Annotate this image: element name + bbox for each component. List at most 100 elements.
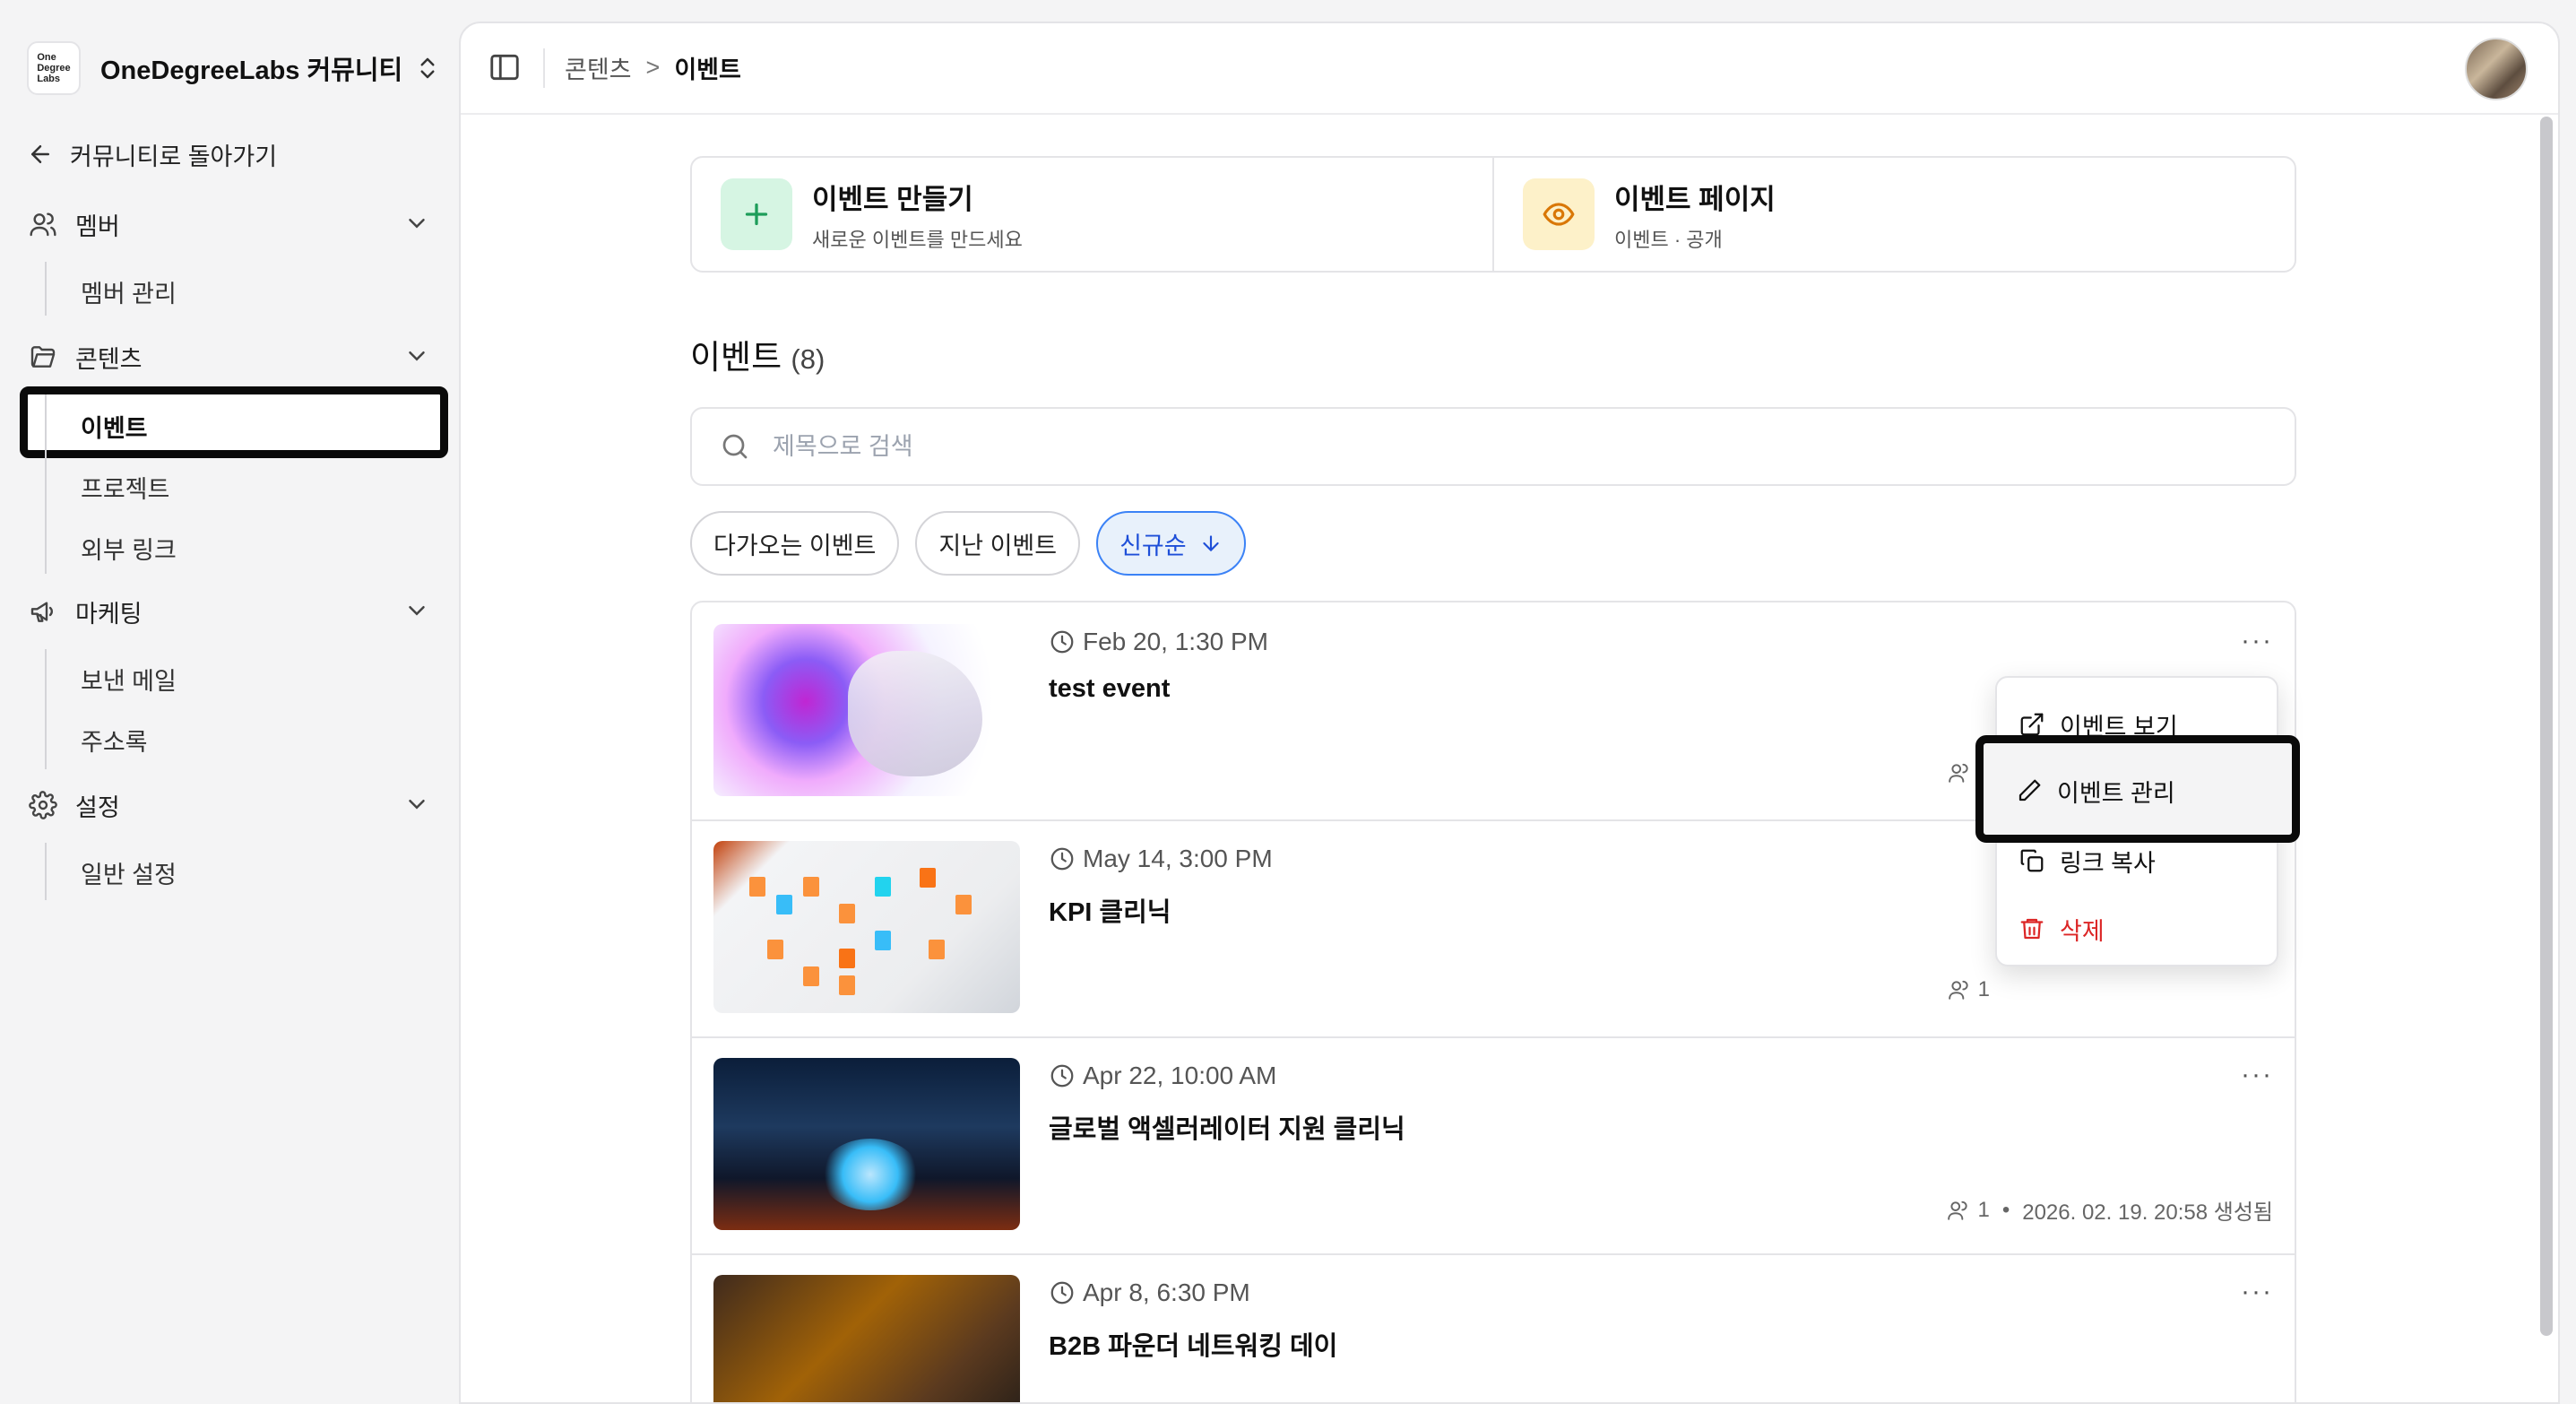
menu-item-label: 링크 복사 — [2060, 849, 2156, 877]
folder-icon — [27, 341, 59, 373]
megaphone-icon — [27, 595, 59, 628]
events-count: (8) — [791, 343, 826, 375]
org-logo: One Degree Labs — [27, 41, 81, 95]
create-event-subtitle: 새로운 이벤트를 만드세요 — [812, 228, 1023, 251]
sidebar-group-label: 설정 — [75, 793, 120, 821]
back-to-community-link[interactable]: 커뮤니티로 돌아가기 — [27, 133, 277, 176]
chevron-down-icon[interactable] — [403, 342, 430, 369]
chevron-up-down-icon[interactable] — [414, 50, 441, 86]
arrow-left-icon — [31, 145, 49, 163]
breadcrumb-current: 이벤트 — [674, 56, 741, 83]
plus-icon — [721, 178, 792, 250]
event-title[interactable]: KPI 클리닉 — [1049, 891, 1171, 929]
chevron-down-icon[interactable] — [403, 210, 430, 237]
users-icon — [1948, 1200, 1968, 1220]
menu-manage-event[interactable]: 이벤트 관리 — [2016, 767, 2175, 814]
filter-chips: 다가오는 이벤트 지난 이벤트 신규순 — [690, 511, 1246, 576]
event-date-text: May 14, 3:00 PM — [1083, 845, 1273, 872]
filter-past[interactable]: 지난 이벤트 — [915, 511, 1081, 576]
event-page-card[interactable]: 이벤트 페이지 이벤트 · 공개 — [1492, 158, 2295, 271]
sidebar-group-contents[interactable]: 콘텐츠 — [27, 334, 430, 380]
menu-item-label: 삭제 — [2060, 917, 2105, 945]
more-options-icon[interactable]: ··· — [2241, 626, 2273, 656]
clock-icon — [1050, 847, 1074, 871]
event-date-text: Apr 22, 10:00 AM — [1083, 1062, 1277, 1089]
events-title: 이벤트 — [690, 339, 782, 376]
menu-item-label: 이벤트 관리 — [2057, 779, 2175, 807]
more-options-icon[interactable]: ··· — [2241, 1060, 2273, 1090]
sidebar-subgroup-contents: 이벤트 프로젝트 외부 링크 — [45, 394, 177, 574]
org-switcher[interactable]: One Degree Labs OneDegreeLabs 커뮤니티 — [27, 39, 441, 97]
menu-copy-link[interactable]: 링크 복사 — [2018, 837, 2156, 884]
clock-icon — [1050, 1064, 1074, 1088]
event-meta: 1 • 2026. 02. 19. 20:58 생성됨 — [1947, 1194, 2273, 1226]
sidebar-item-member-management[interactable]: 멤버 관리 — [81, 274, 177, 309]
search-box — [690, 407, 2296, 486]
sidebar-group-members[interactable]: 멤버 — [27, 201, 430, 247]
menu-delete[interactable]: 삭제 — [2018, 906, 2105, 952]
breadcrumb-contents[interactable]: 콘텐츠 — [565, 50, 632, 85]
eye-icon — [1523, 178, 1595, 250]
sidebar-subgroup-marketing: 보낸 메일 주소록 — [45, 649, 177, 769]
event-row[interactable]: Apr 8, 6:30 PM B2B 파운더 네트워킹 데이 ··· — [692, 1253, 2295, 1402]
event-date-text: Apr 8, 6:30 PM — [1083, 1278, 1250, 1306]
search-icon — [722, 434, 748, 459]
sidebar-subgroup-settings: 일반 설정 — [45, 843, 177, 900]
sidebar: One Degree Labs OneDegreeLabs 커뮤니티 커뮤니티로 돌… — [0, 0, 457, 1404]
sidebar-group-settings[interactable]: 설정 — [27, 782, 430, 828]
create-event-card[interactable]: 이벤트 만들기 새로운 이벤트를 만드세요 — [692, 158, 1492, 271]
users-icon — [1948, 980, 1968, 1000]
chevron-down-icon[interactable] — [403, 791, 430, 818]
search-input[interactable] — [771, 431, 2209, 462]
event-thumbnail — [713, 841, 1020, 1013]
menu-highlight-box: 이벤트 관리 — [1975, 735, 2300, 843]
sidebar-item-sent-mail[interactable]: 보낸 메일 — [81, 662, 177, 697]
sidebar-subgroup-members: 멤버 관리 — [45, 262, 177, 316]
create-event-title: 이벤트 만들기 — [812, 183, 973, 215]
sidebar-item-projects[interactable]: 프로젝트 — [81, 470, 169, 505]
event-date: May 14, 3:00 PM — [1049, 845, 1273, 873]
sort-newest[interactable]: 신규순 — [1096, 511, 1246, 576]
attendee-count: 1 — [1977, 1197, 1990, 1222]
back-link-label: 커뮤니티로 돌아가기 — [70, 143, 278, 170]
sidebar-group-label: 멤버 — [75, 212, 120, 240]
trash-icon — [2020, 918, 2044, 940]
event-title[interactable]: test event — [1049, 674, 1170, 704]
event-title[interactable]: 글로벌 액셀러레이터 지원 클리닉 — [1049, 1108, 1405, 1146]
event-thumbnail — [713, 1275, 1020, 1402]
filter-upcoming[interactable]: 다가오는 이벤트 — [690, 511, 900, 576]
event-row[interactable]: Apr 22, 10:00 AM 글로벌 액셀러레이터 지원 클리닉 ··· 1… — [692, 1036, 2295, 1255]
event-date-text: Feb 20, 1:30 PM — [1083, 628, 1269, 655]
sidebar-item-address-book[interactable]: 주소록 — [81, 723, 148, 758]
event-page-subtitle: 이벤트 · 공개 — [1614, 228, 1723, 251]
pencil-icon — [2018, 779, 2041, 802]
sidebar-item-general-settings[interactable]: 일반 설정 — [81, 855, 177, 890]
sidebar-group-marketing[interactable]: 마케팅 — [27, 588, 430, 635]
sidebar-toggle-icon[interactable] — [488, 50, 522, 84]
breadcrumb: 콘텐츠 > 이벤트 — [565, 50, 741, 85]
clock-icon — [1050, 630, 1074, 654]
sidebar-item-external-links[interactable]: 외부 링크 — [81, 531, 177, 566]
event-title[interactable]: B2B 파운더 네트워킹 데이 — [1049, 1325, 1337, 1363]
events-section-title: 이벤트 (8) — [690, 330, 825, 378]
event-meta: 1 — [1948, 977, 1990, 1002]
created-at: 2026. 02. 19. 20:58 생성됨 — [2022, 1200, 2273, 1225]
event-thumbnail — [713, 624, 1020, 796]
sidebar-group-label: 마케팅 — [75, 600, 143, 628]
users-icon — [27, 208, 59, 240]
event-date: Feb 20, 1:30 PM — [1049, 628, 1268, 656]
external-link-icon — [2020, 713, 2044, 736]
event-page-title: 이벤트 페이지 — [1614, 183, 1776, 215]
org-name: OneDegreeLabs 커뮤니티 — [100, 56, 403, 85]
avatar[interactable] — [2465, 38, 2528, 100]
chevron-down-icon[interactable] — [403, 597, 430, 624]
separator-dot: • — [2001, 1197, 2010, 1222]
event-thumbnail — [713, 1058, 1020, 1230]
sidebar-item-events[interactable]: 이벤트 — [81, 409, 148, 444]
breadcrumb-separator: > — [645, 54, 661, 81]
more-options-icon[interactable]: ··· — [2241, 1277, 2273, 1307]
copy-icon — [2020, 849, 2044, 872]
scrollbar[interactable] — [2540, 117, 2553, 1336]
event-date: Apr 22, 10:00 AM — [1049, 1062, 1276, 1090]
users-icon — [1948, 763, 1968, 783]
